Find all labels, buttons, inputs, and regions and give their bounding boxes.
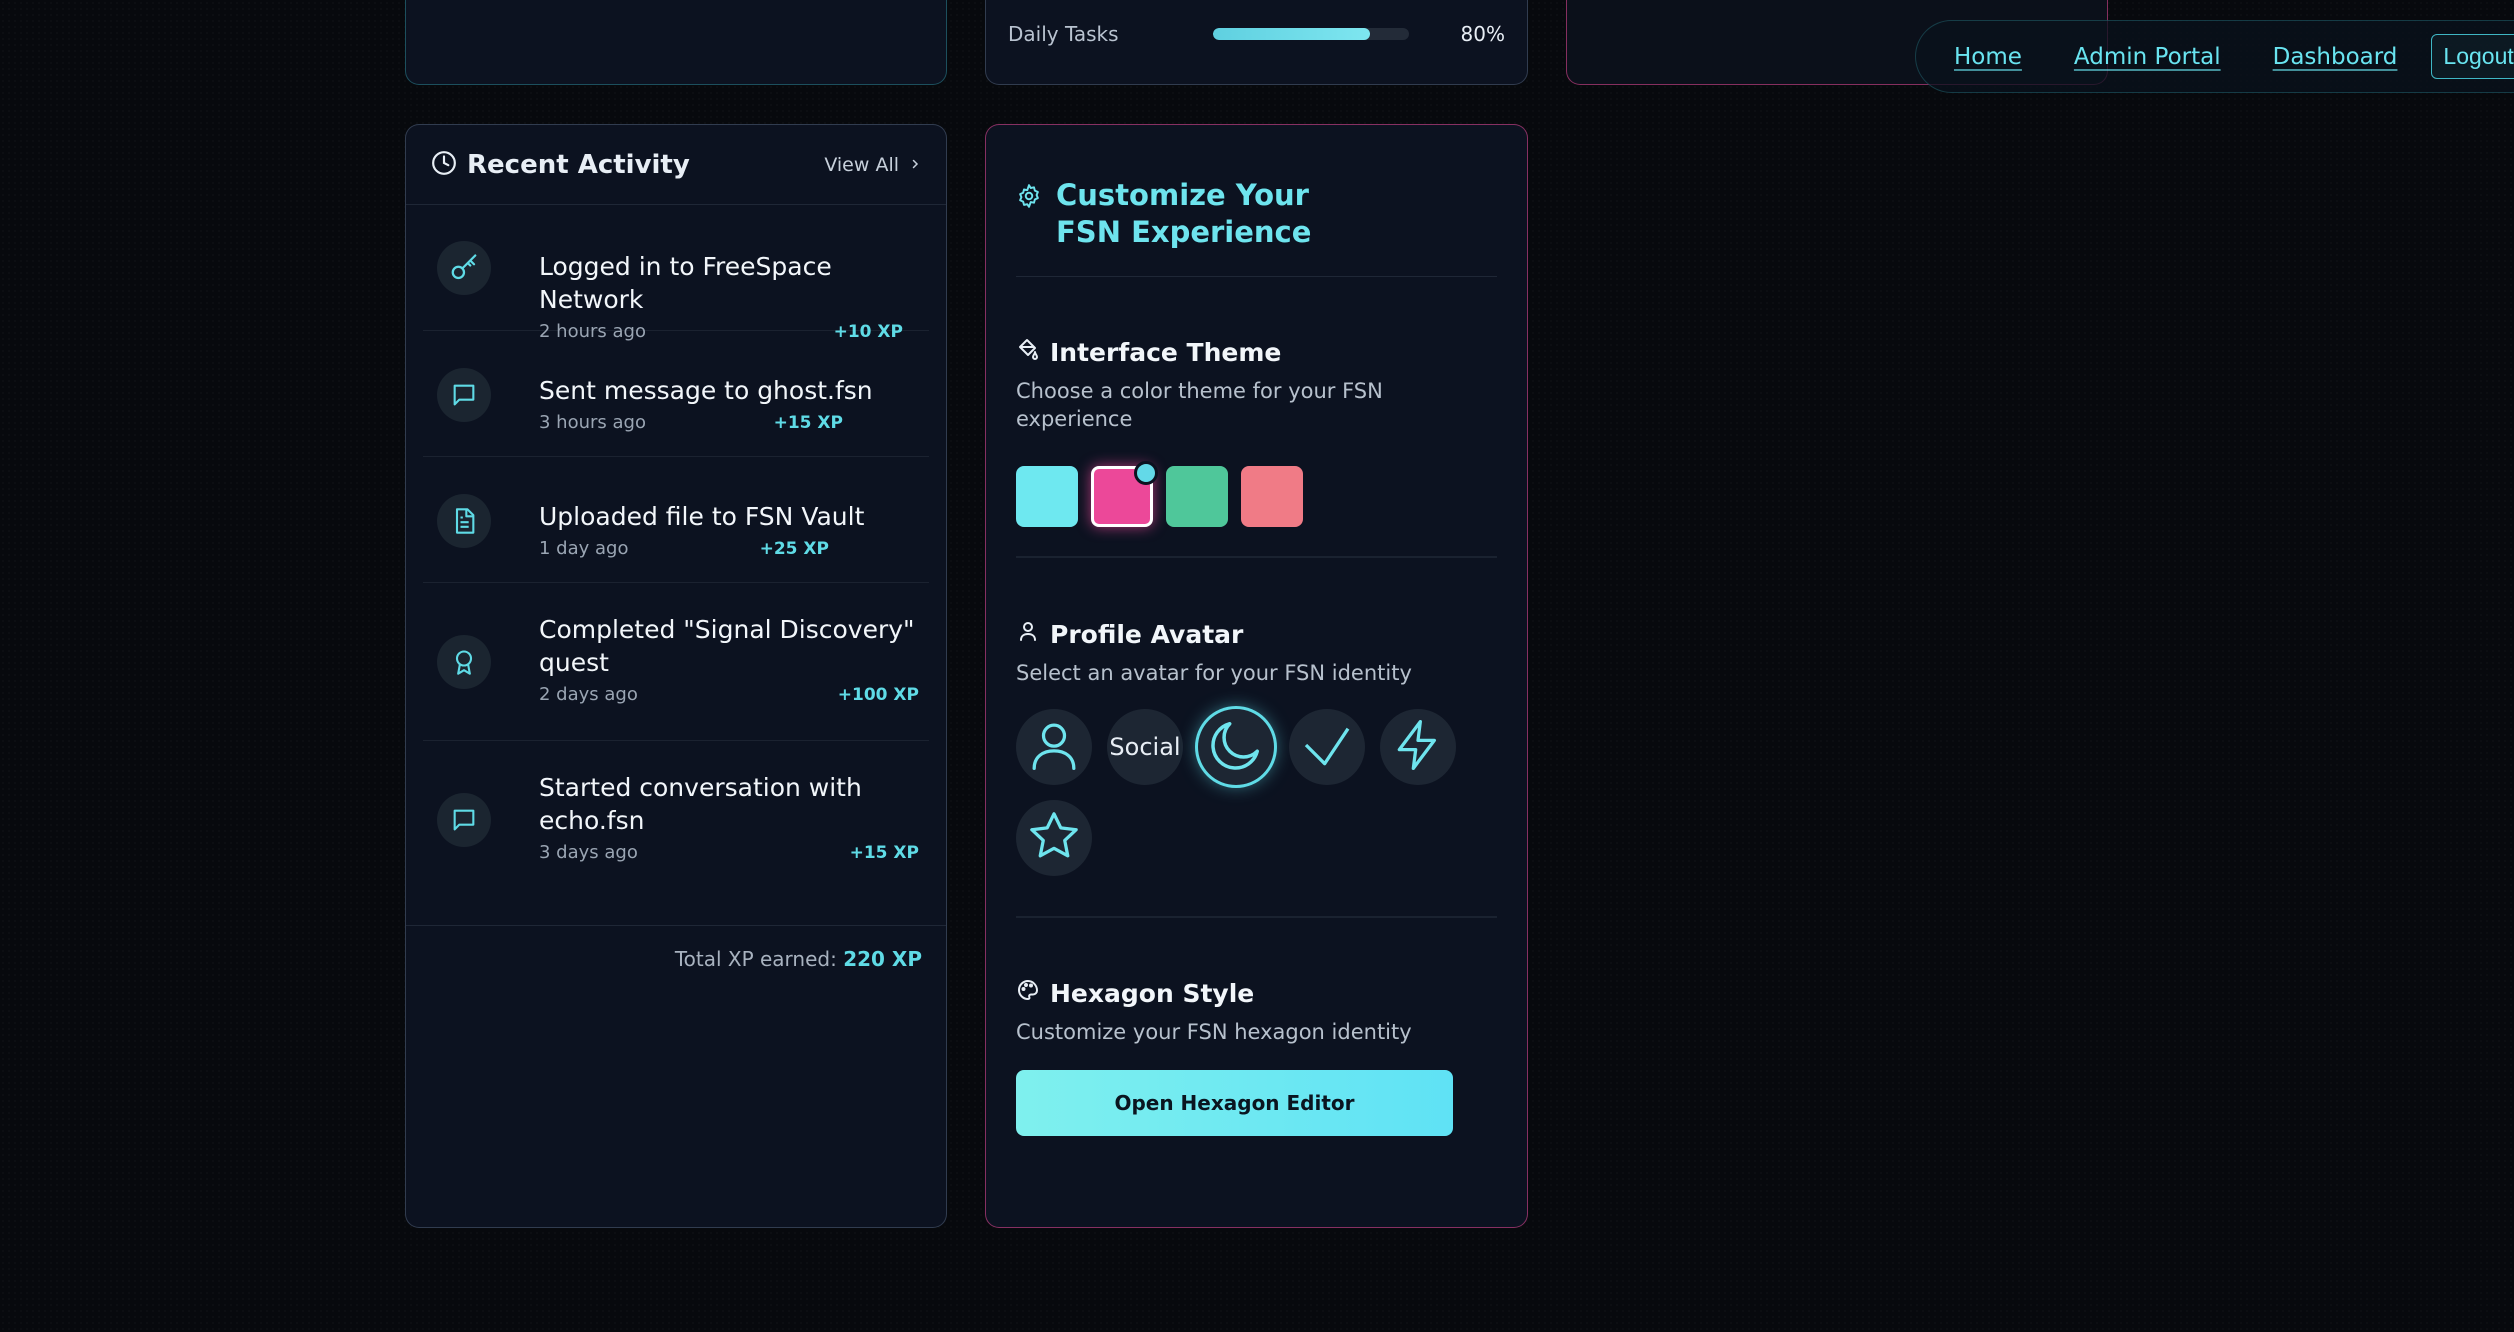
daily-tasks-label: Daily Tasks [1008, 22, 1119, 46]
avatar-moon-option[interactable] [1198, 709, 1274, 785]
profile-avatar-desc: Select an avatar for your FSN identity [1016, 661, 1412, 685]
avatar-star-option[interactable] [1016, 800, 1092, 876]
logout-button[interactable]: Logout [2431, 34, 2514, 79]
profile-avatar-section: Profile Avatar Select an avatar for your… [1016, 619, 1497, 876]
nav-home-link[interactable]: Home [1954, 44, 2022, 70]
interface-theme-section: Interface Theme Choose a color theme for… [1016, 337, 1497, 527]
avatar-social-option[interactable]: Social [1107, 709, 1183, 785]
theme-swatch-coral[interactable] [1241, 466, 1303, 527]
activity-time: 3 days ago [539, 842, 638, 863]
hexagon-style-heading: Hexagon Style [1016, 978, 1497, 1008]
top-nav: Home Admin Portal Dashboard Logout [1915, 20, 2514, 93]
customize-header: Customize Your FSN Experience [1016, 178, 1497, 277]
section-divider [1016, 556, 1497, 558]
open-hexagon-editor-button[interactable]: Open Hexagon Editor [1016, 1070, 1453, 1136]
customize-card: Customize Your FSN Experience Interface … [985, 124, 1528, 1228]
activity-item: Started conversation with echo.fsn 3 day… [423, 741, 929, 915]
moon-icon [1206, 715, 1266, 779]
selected-indicator [1134, 461, 1158, 485]
activity-xp: +15 XP [849, 842, 919, 863]
recent-activity-title: Recent Activity [467, 149, 690, 180]
chevron-right-icon [909, 154, 921, 176]
theme-swatch-pink[interactable] [1091, 461, 1158, 527]
activity-item: Completed "Signal Discovery" quest 2 day… [423, 583, 929, 741]
profile-avatar-title: Profile Avatar [1050, 619, 1244, 649]
hexagon-style-desc: Customize your FSN hexagon identity [1016, 1020, 1412, 1044]
activity-meta: 1 day ago +25 XP [539, 538, 829, 559]
activity-meta: 2 days ago +100 XP [539, 684, 919, 705]
lightning-icon [1390, 717, 1446, 777]
daily-tasks-percent: 80% [1460, 22, 1505, 46]
view-all-link[interactable]: View All [824, 154, 921, 176]
daily-tasks-progress-fill [1213, 28, 1370, 40]
diamond-icon [1299, 717, 1355, 777]
activity-meta: 3 days ago +15 XP [539, 842, 919, 863]
activity-time: 2 days ago [539, 684, 638, 705]
theme-swatch-cyan[interactable] [1016, 466, 1078, 527]
star-icon [1026, 808, 1082, 868]
view-all-label: View All [824, 153, 899, 176]
activity-xp: +100 XP [837, 684, 919, 705]
avatar-lightning-option[interactable] [1380, 709, 1456, 785]
activity-text: Logged in to FreeSpace Network [539, 252, 832, 314]
customize-title: Customize Your FSN Experience [1056, 178, 1312, 249]
user-avatar-icon [1026, 717, 1082, 777]
activity-item: Logged in to FreeSpace Network 2 hours a… [423, 205, 929, 342]
file-icon [437, 494, 491, 548]
activity-xp: +25 XP [759, 538, 829, 559]
daily-tasks-progress-bar [1213, 28, 1409, 40]
hexagon-style-title: Hexagon Style [1050, 978, 1255, 1008]
nav-admin-portal-link[interactable]: Admin Portal [2074, 44, 2221, 70]
daily-tasks-row: Daily Tasks 80% [1008, 22, 1505, 46]
user-icon [1016, 619, 1040, 649]
recent-activity-header: Recent Activity View All [406, 125, 946, 205]
avatar-diamond-option[interactable] [1289, 709, 1365, 785]
activity-time: 3 hours ago [539, 412, 646, 433]
activity-item: Sent message to ghost.fsn 3 hours ago +1… [423, 331, 929, 457]
social-image-alt: Social [1109, 733, 1181, 761]
activity-time: 1 day ago [539, 538, 629, 559]
activity-meta: 3 hours ago +15 XP [539, 412, 843, 433]
clock-icon [431, 150, 457, 180]
activity-list: Logged in to FreeSpace Network 2 hours a… [406, 205, 946, 915]
activity-text: Completed "Signal Discovery" quest [539, 615, 915, 677]
hexagon-style-section: Hexagon Style Customize your FSN hexagon… [1016, 978, 1497, 1136]
avatar-user-option[interactable] [1016, 709, 1092, 785]
award-icon [437, 635, 491, 689]
message-icon [437, 793, 491, 847]
activity-xp: +15 XP [773, 412, 843, 433]
settings-gear-icon [1016, 183, 1042, 213]
total-xp-label: Total XP earned: [674, 947, 837, 971]
activity-item: Uploaded file to FSN Vault 1 day ago +25… [423, 457, 929, 583]
activity-text: Started conversation with echo.fsn [539, 773, 862, 835]
section-divider [1016, 916, 1497, 918]
total-xp-value: 220 XP [843, 947, 922, 971]
activity-text: Uploaded file to FSN Vault [539, 502, 865, 531]
message-icon [437, 368, 491, 422]
paint-bucket-icon [1016, 337, 1040, 367]
interface-theme-heading: Interface Theme [1016, 337, 1497, 367]
nav-dashboard-link[interactable]: Dashboard [2273, 44, 2398, 70]
theme-swatches [1016, 461, 1497, 527]
interface-theme-title: Interface Theme [1050, 337, 1282, 367]
key-icon [437, 241, 491, 295]
activity-footer-divider [406, 925, 946, 926]
palette-icon [1016, 978, 1040, 1008]
daily-tasks-card: Daily Tasks 80% [985, 0, 1528, 85]
profile-avatar-heading: Profile Avatar [1016, 619, 1497, 649]
theme-swatch-green[interactable] [1166, 466, 1228, 527]
recent-activity-card: Recent Activity View All Logged in to Fr… [405, 124, 947, 1228]
avatar-options: Social [1016, 709, 1476, 876]
activity-text: Sent message to ghost.fsn [539, 376, 873, 405]
interface-theme-desc: Choose a color theme for your FSN experi… [1016, 379, 1383, 431]
top-left-card [405, 0, 947, 85]
total-xp: Total XP earned: 220 XP [675, 947, 922, 971]
